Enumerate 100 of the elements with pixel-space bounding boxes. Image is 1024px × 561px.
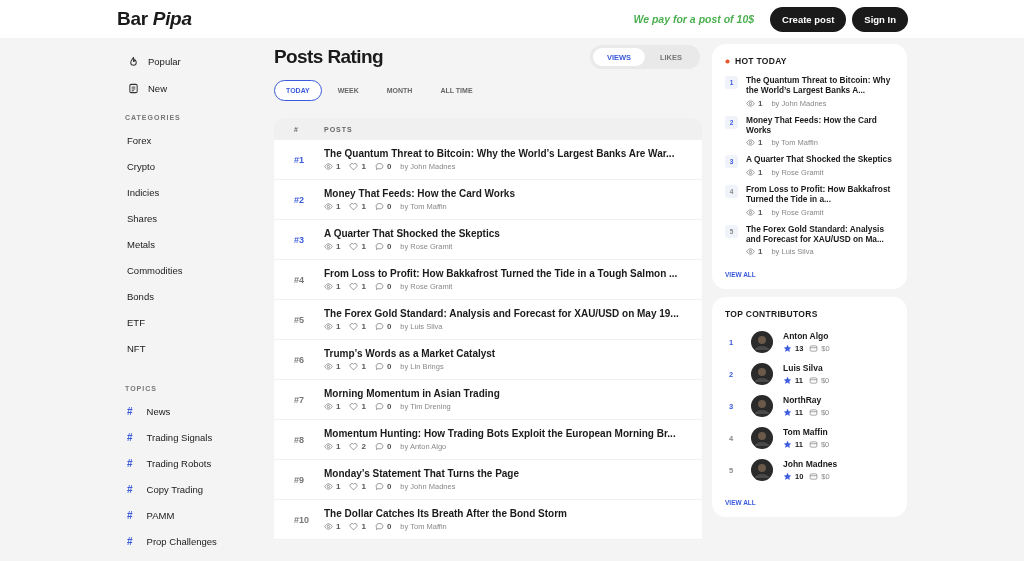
eye-icon: [324, 242, 333, 251]
comment-icon: [374, 322, 384, 331]
comment-count: 0: [386, 522, 392, 531]
eye-icon: [324, 322, 333, 331]
comment-count: 0: [386, 322, 392, 331]
topic-label: Prop Challenges: [146, 535, 217, 547]
view-count: 1: [336, 202, 341, 211]
contributor-name[interactable]: John Madnes: [783, 459, 838, 470]
category-item[interactable]: Indicies: [117, 179, 274, 205]
comment-count: 0: [386, 402, 392, 411]
comment-count: 0: [386, 202, 392, 211]
category-item[interactable]: Bonds: [117, 283, 274, 309]
like-count: 1: [361, 482, 366, 491]
comment-icon: [374, 202, 384, 211]
post-title: Monday’s Statement That Turns the Page: [324, 468, 520, 479]
post-title: The Dollar Catches Its Breath After the Bond Storm: [324, 508, 567, 519]
wallet-icon: [808, 408, 818, 418]
view-count: 1: [758, 138, 763, 148]
like-count: 1: [361, 202, 366, 211]
category-item[interactable]: Forex: [117, 127, 274, 153]
eye-icon: [746, 167, 755, 177]
category-item[interactable]: Shares: [117, 205, 274, 231]
post-title[interactable]: The Forex Gold Standard: Analysis and Forecast for XAU/USD on Ma...: [746, 223, 895, 245]
topic-label: Copy Trading: [146, 483, 204, 495]
topic-item[interactable]: # Trading Robots: [117, 450, 274, 476]
comment-count: 0: [386, 442, 392, 451]
heart-icon: [349, 522, 359, 531]
contributor-name[interactable]: NorthRay: [783, 395, 830, 406]
rank-number: #10: [293, 514, 311, 525]
document-icon: [128, 83, 139, 94]
rank-number: #5: [293, 314, 305, 325]
view-count: 1: [758, 247, 763, 257]
post-title: Morning Momentum in Asian Trading: [324, 388, 500, 399]
wallet-icon: [809, 344, 819, 354]
card-title: HOT TODAY: [735, 56, 787, 66]
nav-item[interactable]: New: [117, 75, 274, 102]
star-icon: [783, 376, 792, 386]
post-title: From Loss to Profit: How Bakkafrost Turned the Tide in a Tough Salmon ...: [324, 268, 678, 279]
topic-item[interactable]: # Copy Trading: [117, 476, 274, 502]
comment-count: 0: [386, 282, 392, 291]
nav-item[interactable]: Popular: [117, 48, 274, 75]
promo-text: We pay for a post of 10$: [633, 13, 755, 25]
eye-icon: [324, 402, 333, 411]
hash-mark: #: [127, 431, 133, 443]
post-title[interactable]: A Quarter That Shocked the Skeptics: [746, 154, 892, 165]
star-icon: [783, 344, 792, 354]
contributor-name[interactable]: Luis Silva: [783, 363, 830, 374]
post-title: The Quantum Threat to Bitcoin: Why the World’s Largest Banks Are War...: [324, 148, 675, 159]
heart-icon: [349, 322, 359, 331]
view-count: 1: [336, 442, 341, 451]
post-title: A Quarter That Shocked the Skeptics: [324, 228, 500, 239]
heart-icon: [349, 282, 359, 291]
like-count: 1: [361, 322, 366, 331]
wallet-icon: [808, 440, 818, 450]
wallet-icon: [808, 376, 818, 386]
hash-mark: #: [127, 535, 133, 547]
post-title[interactable]: Money That Feeds: How the Card Works: [746, 114, 895, 136]
post-title[interactable]: From Loss to Profit: How Bakkafrost Turned the Tide in a...: [746, 183, 895, 205]
eye-icon: [324, 282, 333, 291]
hash-mark: #: [127, 457, 133, 469]
topic-item[interactable]: # Prop Challenges: [117, 528, 274, 554]
comment-count: 0: [386, 242, 392, 251]
topic-item[interactable]: # PAMM: [117, 502, 274, 528]
eye-icon: [324, 482, 333, 491]
star-icon: [783, 472, 792, 482]
create-post-button[interactable]: Create post: [770, 6, 847, 32]
heart-icon: [349, 442, 359, 451]
rank-number: #1: [293, 154, 305, 165]
avatar-icon: [751, 395, 773, 418]
view-count: 1: [336, 162, 341, 171]
eye-icon: [324, 442, 333, 451]
comment-count: 0: [386, 482, 392, 491]
topic-item[interactable]: # Trading Signals: [117, 424, 274, 450]
comment-icon: [374, 442, 384, 451]
contributor-name[interactable]: Tom Maffin: [783, 427, 830, 438]
topic-item[interactable]: # News: [117, 398, 274, 424]
site-logo[interactable]: Bar Pipa: [117, 8, 192, 30]
view-count: 1: [336, 242, 341, 251]
category-item[interactable]: ETF: [117, 309, 274, 335]
heart-icon: [349, 202, 359, 211]
category-item[interactable]: NFT: [117, 335, 274, 361]
view-count: 1: [336, 282, 341, 291]
category-item[interactable]: Crypto: [117, 153, 274, 179]
sign-in-button[interactable]: Sign In: [852, 6, 908, 32]
like-count: 1: [361, 282, 366, 291]
wallet-icon: [809, 472, 819, 482]
heart-icon: [349, 162, 359, 171]
rank-number: #7: [293, 394, 305, 405]
category-item[interactable]: Commodities: [117, 257, 274, 283]
comment-icon: [374, 482, 384, 491]
category-item[interactable]: Metals: [117, 231, 274, 257]
avatar-icon: [751, 363, 773, 386]
rank-number: #6: [293, 354, 305, 365]
contributor-name[interactable]: Anton Algo: [783, 331, 830, 342]
eye-icon: [324, 522, 333, 531]
post-title[interactable]: The Quantum Threat to Bitcoin: Why the World’s Largest Banks A...: [746, 75, 895, 96]
view-count: 1: [336, 482, 341, 491]
comment-icon: [374, 282, 384, 291]
eye-icon: [324, 162, 333, 171]
view-count: 1: [336, 362, 341, 371]
